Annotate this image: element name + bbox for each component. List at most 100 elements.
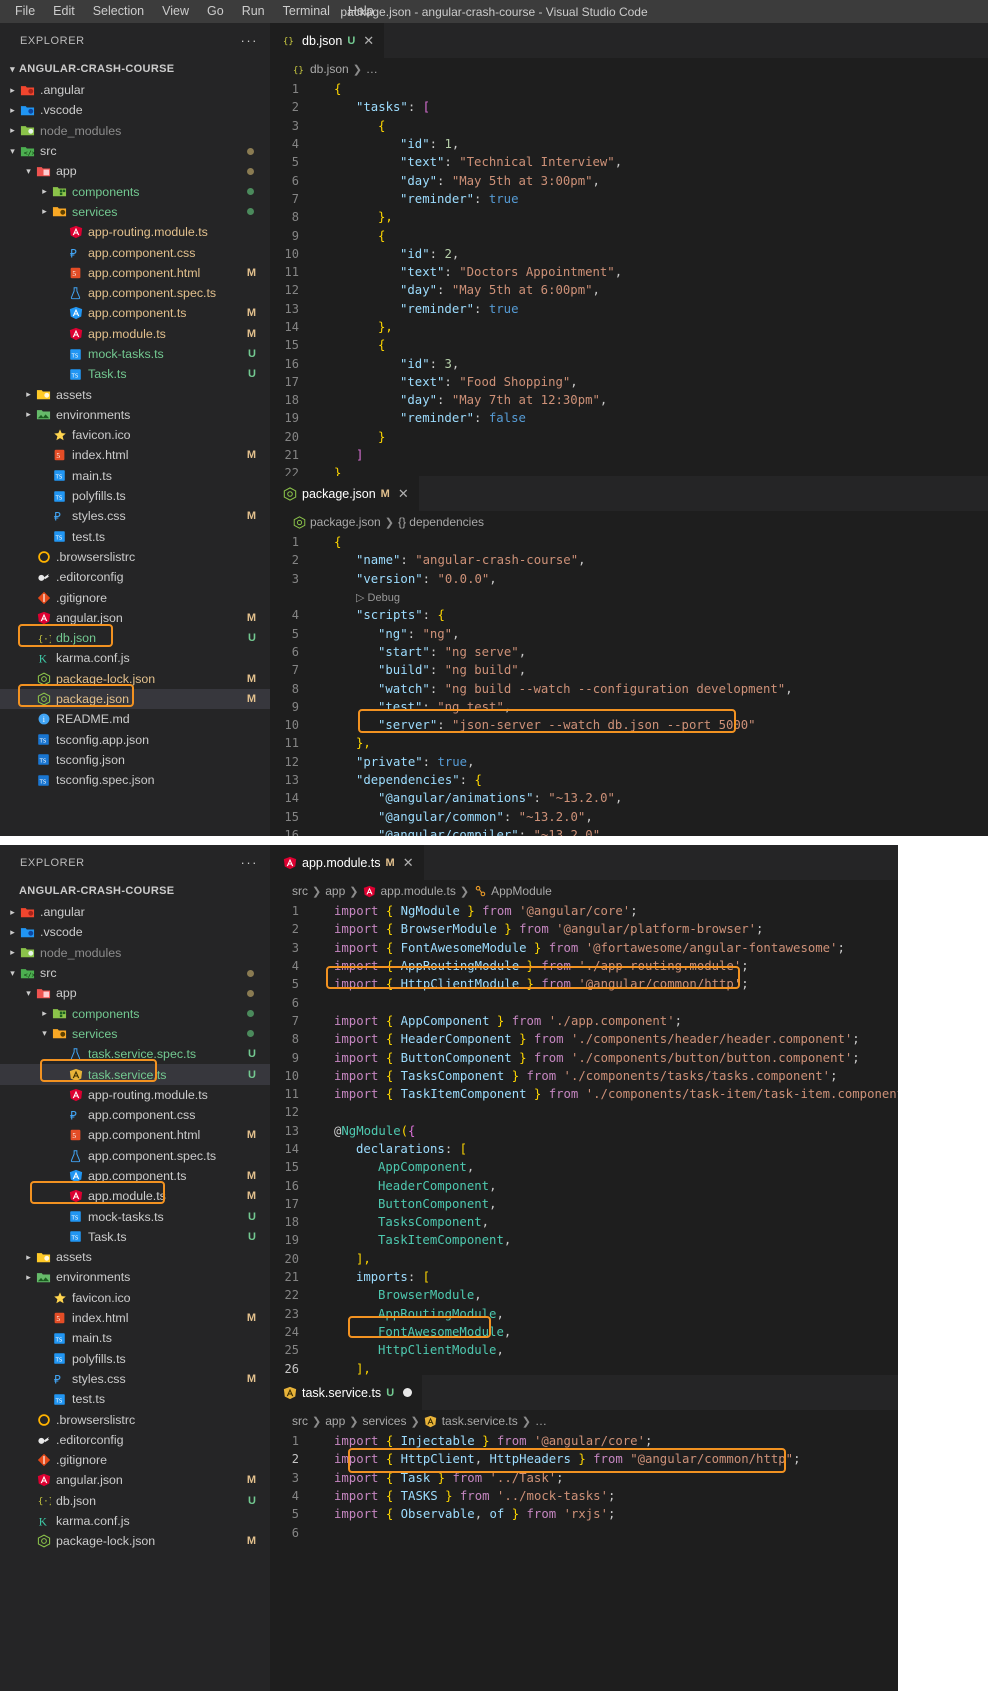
menu-item-view[interactable]: View — [153, 0, 198, 23]
tree-item[interactable]: ▸iREADME.md — [0, 709, 270, 729]
tree-item[interactable]: ▸ .vscode — [0, 100, 270, 120]
tree-item[interactable]: ▸ components — [0, 1003, 270, 1023]
tree-item[interactable]: ▸TSmain.ts — [0, 1328, 270, 1348]
menu-item-terminal[interactable]: Terminal — [274, 0, 339, 23]
tree-item[interactable]: ▸TSpolyfills.ts — [0, 1349, 270, 1369]
tree-item[interactable]: ▸task.service.spec.tsU — [0, 1044, 270, 1064]
menu-item-run[interactable]: Run — [233, 0, 274, 23]
tree-item[interactable]: ▸5index.htmlM — [0, 1308, 270, 1328]
unsaved-dot-icon[interactable] — [403, 1388, 413, 1397]
breadcrumb-item[interactable]: … — [366, 62, 378, 76]
breadcrumb-item[interactable]: … — [535, 1414, 547, 1428]
breadcrumb-item[interactable]: src — [292, 1414, 308, 1428]
tree-item[interactable]: ▸app-routing.module.ts — [0, 1085, 270, 1105]
tree-item[interactable]: ▸task.service.tsU — [0, 1064, 270, 1085]
tree-item[interactable]: ▾ app — [0, 983, 270, 1003]
breadcrumb-item[interactable]: {} dependencies — [398, 515, 484, 529]
tree-item[interactable]: ▸TSpolyfills.ts — [0, 486, 270, 506]
breadcrumb-item[interactable]: AppModule — [491, 884, 552, 898]
tree-item[interactable]: ▸package-lock.jsonM — [0, 669, 270, 689]
tree-item[interactable]: ▾ app — [0, 161, 270, 181]
tree-item[interactable]: ▸5index.htmlM — [0, 445, 270, 465]
code-editor-packagejson[interactable]: 1{2 "name": "angular-crash-course", 3 "vers… — [270, 533, 988, 836]
tree-item[interactable]: ▸ .angular — [0, 80, 270, 100]
menu-item-file[interactable]: File — [6, 0, 44, 23]
tree-item[interactable]: ▸TSTask.tsU — [0, 364, 270, 384]
tab-package-json[interactable]: package.json M ✕ — [270, 476, 420, 511]
breadcrumb-item[interactable]: app.module.ts — [380, 884, 455, 898]
code-editor-appmodule[interactable]: 1 import { NgModule } from '@angular/core… — [270, 902, 898, 1375]
explorer-more-icon[interactable]: ··· — [241, 855, 259, 870]
tab-db-json[interactable]: {} db.json U ✕ — [270, 23, 386, 58]
breadcrumb-item[interactable]: app — [325, 1414, 345, 1428]
tree-item[interactable]: ▸⃋app.component.css — [0, 242, 270, 262]
tab-app-module-ts[interactable]: app.module.ts M ✕ — [270, 845, 425, 880]
menu-item-help[interactable]: Help — [339, 0, 383, 23]
tree-item[interactable]: ▸.gitignore — [0, 587, 270, 607]
tree-item[interactable]: ▸{·}db.jsonU — [0, 1491, 270, 1511]
tree-item[interactable]: ▸app.component.tsM — [0, 1166, 270, 1186]
tree-item[interactable]: ▸.gitignore — [0, 1450, 270, 1470]
tree-item[interactable]: ▸app.module.tsM — [0, 324, 270, 344]
tree-item[interactable]: ▸app.component.spec.ts — [0, 283, 270, 303]
tree-item[interactable]: ▸⃋styles.cssM — [0, 506, 270, 526]
tree-item[interactable]: ▸app.module.tsM — [0, 1186, 270, 1206]
tree-item[interactable]: ▸{·}db.jsonU — [0, 628, 270, 648]
menu-item-go[interactable]: Go — [198, 0, 233, 23]
tree-item[interactable]: ▸TStsconfig.json — [0, 750, 270, 770]
tree-item[interactable]: ▸ environments — [0, 1267, 270, 1287]
tree-item[interactable]: ▸5app.component.htmlM — [0, 1125, 270, 1145]
tab-task-service-ts[interactable]: task.service.ts U — [270, 1375, 424, 1410]
tree-item[interactable]: ▸ node_modules — [0, 121, 270, 141]
tree-item[interactable]: ▸app.component.spec.ts — [0, 1146, 270, 1166]
tree-item[interactable]: ▸package.jsonM — [0, 688, 270, 710]
breadcrumb-item[interactable]: services — [362, 1414, 406, 1428]
tree-item[interactable]: ▸ environments — [0, 405, 270, 425]
tree-item[interactable]: ▸.browserslistrc — [0, 1409, 270, 1429]
tree-item[interactable]: ▸ assets — [0, 1247, 270, 1267]
tree-item[interactable]: ▸TStest.ts — [0, 1389, 270, 1409]
tree-item[interactable]: ▸⃋styles.cssM — [0, 1369, 270, 1389]
tree-item[interactable]: ▸Kkarma.conf.js — [0, 1511, 270, 1531]
tree-item[interactable]: ▸ .vscode — [0, 922, 270, 942]
tree-item[interactable]: ▸favicon.ico — [0, 1288, 270, 1308]
code-editor-dbjson[interactable]: 1{2 "tasks": [3{4 "id": 1, 5 "text": "Techni… — [270, 80, 988, 476]
breadcrumb-item[interactable]: package.json — [310, 515, 381, 529]
tree-item[interactable]: ▾ </> src — [0, 141, 270, 161]
tree-item[interactable]: ▸ .angular — [0, 902, 270, 922]
breadcrumb-item[interactable]: app — [325, 884, 345, 898]
tree-item[interactable]: ▸5app.component.htmlM — [0, 263, 270, 283]
tree-item[interactable]: ▸TSmain.ts — [0, 466, 270, 486]
tree-item[interactable]: ▸⃋app.component.css — [0, 1105, 270, 1125]
tree-item[interactable]: ▸TSTask.tsU — [0, 1227, 270, 1247]
menu-item-edit[interactable]: Edit — [44, 0, 84, 23]
tree-item[interactable]: ▸TStest.ts — [0, 527, 270, 547]
code-editor-taskservice[interactable]: 1 import { Injectable } from '@angular/co… — [270, 1432, 898, 1691]
tree-item[interactable]: ▸.editorconfig — [0, 567, 270, 587]
tree-item[interactable]: ▸ services — [0, 202, 270, 222]
tree-item[interactable]: ▾ services — [0, 1024, 270, 1044]
tree-item[interactable]: ▸favicon.ico — [0, 425, 270, 445]
breadcrumb-item[interactable]: db.json — [310, 62, 349, 76]
tree-item[interactable]: ▸.browserslistrc — [0, 547, 270, 567]
tree-item[interactable]: ▸.editorconfig — [0, 1430, 270, 1450]
explorer-root-folder[interactable]: ▾ ANGULAR-CRASH-COURSE — [0, 880, 270, 902]
menu-item-selection[interactable]: Selection — [84, 0, 153, 23]
tree-item[interactable]: ▸package-lock.jsonM — [0, 1531, 270, 1551]
tree-item[interactable]: ▾ </> src — [0, 963, 270, 983]
tree-item[interactable]: ▸ components — [0, 181, 270, 201]
tree-item[interactable]: ▸TSmock-tasks.tsU — [0, 344, 270, 364]
close-icon[interactable]: ✕ — [363, 33, 374, 49]
tree-item[interactable]: ▸ node_modules — [0, 943, 270, 963]
tree-item[interactable]: ▸app.component.tsM — [0, 303, 270, 323]
tree-item[interactable]: ▸angular.jsonM — [0, 1470, 270, 1490]
explorer-more-icon[interactable]: ··· — [241, 33, 259, 48]
tree-item[interactable]: ▸Kkarma.conf.js — [0, 648, 270, 668]
close-icon[interactable]: ✕ — [403, 855, 414, 871]
close-icon[interactable]: ✕ — [398, 486, 409, 502]
explorer-root-folder[interactable]: ▾ ANGULAR-CRASH-COURSE — [0, 58, 270, 80]
tree-item[interactable]: ▸app-routing.module.ts — [0, 222, 270, 242]
tree-item[interactable]: ▸TStsconfig.app.json — [0, 730, 270, 750]
tree-item[interactable]: ▸TSmock-tasks.tsU — [0, 1206, 270, 1226]
breadcrumb-item[interactable]: src — [292, 884, 308, 898]
